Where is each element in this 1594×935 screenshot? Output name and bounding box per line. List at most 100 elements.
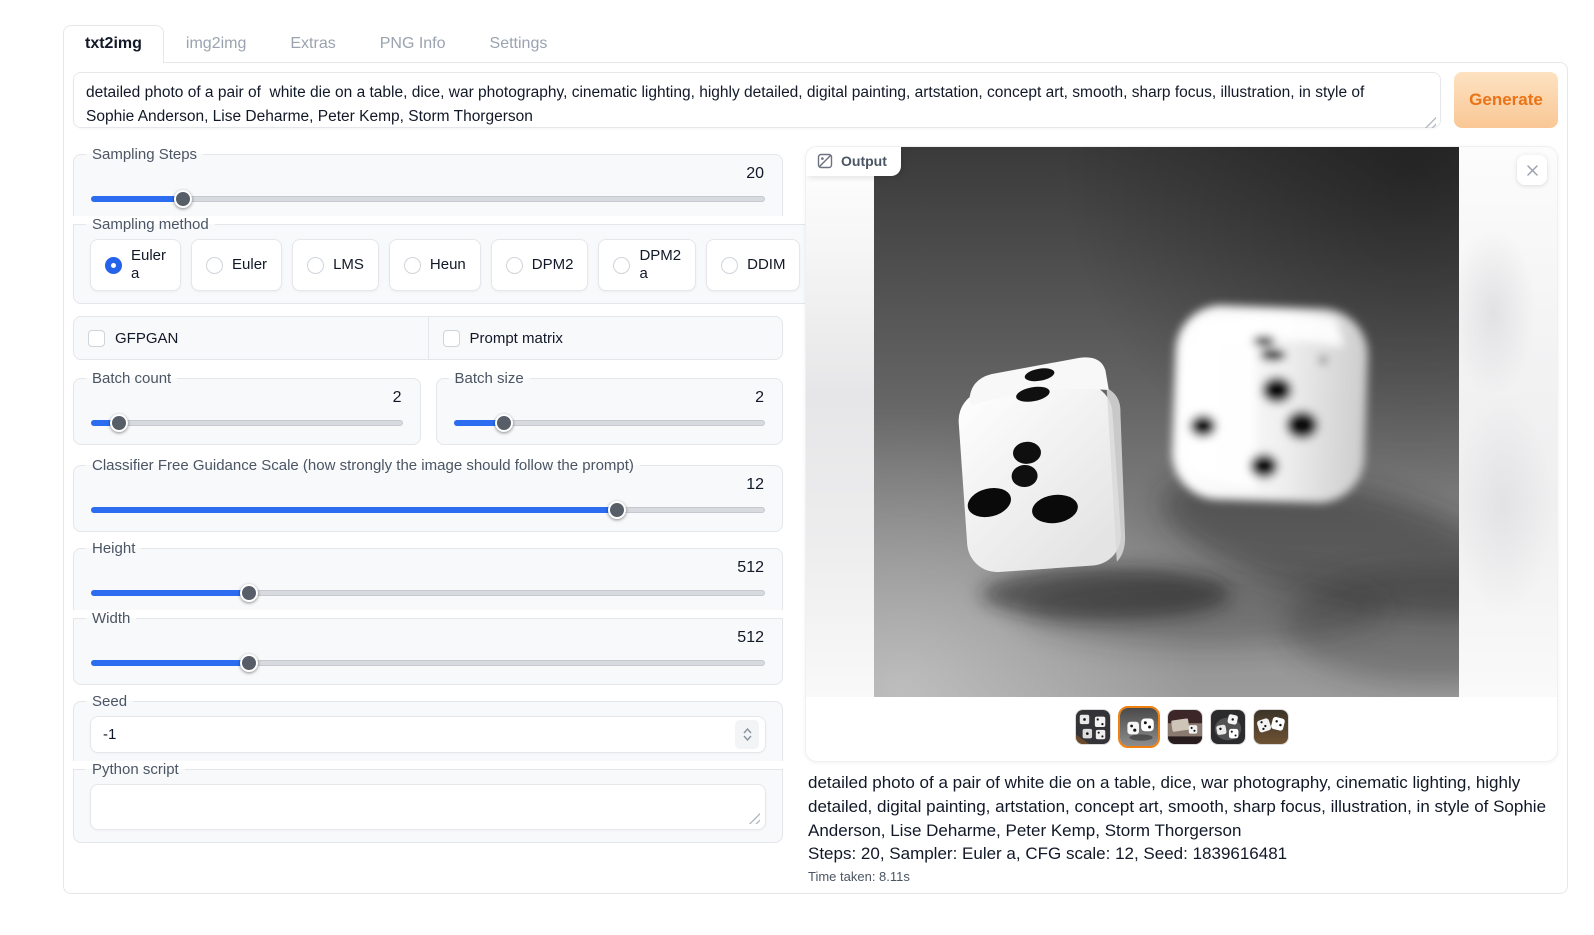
prompt-matrix-checkbox[interactable] (443, 330, 460, 347)
close-button[interactable] (1517, 155, 1547, 185)
seed-input[interactable]: -1 (90, 716, 766, 753)
height-slider[interactable] (91, 584, 765, 602)
gfpgan-toggle[interactable]: GFPGAN (74, 317, 428, 359)
radio-label: Euler (232, 256, 267, 274)
toggles-panel: GFPGAN Prompt matrix (73, 316, 783, 360)
cfg-scale-slider[interactable] (91, 501, 765, 519)
radio-icon[interactable] (105, 257, 122, 274)
tab-png-info[interactable]: PNG Info (358, 25, 468, 62)
tab-settings[interactable]: Settings (468, 25, 570, 62)
thumbnail-4[interactable] (1210, 709, 1246, 745)
width-label: Width (86, 610, 136, 627)
image-icon (817, 153, 833, 169)
caption-params: Steps: 20, Sampler: Euler a, CFG scale: … (808, 842, 1555, 866)
height-group: Height 512 (73, 540, 783, 610)
batch-count-label: Batch count (86, 370, 177, 387)
output-panel: Output (805, 146, 1558, 762)
app: txt2img img2img Extras PNG Info Settings… (0, 0, 1594, 894)
thumbnail-1[interactable] (1075, 709, 1111, 745)
radio-label: Euler a (131, 247, 166, 283)
tab-txt2img[interactable]: txt2img (63, 25, 164, 63)
radio-icon[interactable] (404, 257, 421, 274)
cfg-scale-label: Classifier Free Guidance Scale (how stro… (86, 457, 640, 474)
output-chip: Output (806, 147, 901, 176)
cfg-scale-group: Classifier Free Guidance Scale (how stro… (73, 457, 783, 532)
height-label: Height (86, 540, 141, 557)
generate-button[interactable]: Generate (1454, 72, 1558, 128)
batch-size-label: Batch size (449, 370, 530, 387)
slider-fill (91, 196, 183, 202)
batch-count-slider[interactable] (91, 414, 403, 432)
spinner-up-icon (743, 728, 752, 734)
radio-ddim[interactable]: DDIM (706, 239, 800, 291)
slider-track[interactable] (91, 420, 403, 426)
radio-lms[interactable]: LMS (292, 239, 379, 291)
close-icon (1526, 164, 1539, 177)
generated-image[interactable] (874, 147, 1459, 697)
caption-time-taken: Time taken: 8.11s (808, 869, 1555, 884)
radio-euler-a[interactable]: Euler a (90, 239, 181, 291)
seed-label: Seed (86, 693, 133, 710)
seed-group: Seed -1 (73, 693, 783, 761)
sampling-steps-value: 20 (90, 165, 764, 183)
sampling-steps-label: Sampling Steps (86, 146, 203, 163)
radio-label: DPM2 a (639, 247, 681, 283)
letterbox-left (806, 147, 874, 697)
seed-value[interactable]: -1 (103, 726, 735, 743)
prompt-input[interactable]: detailed photo of a pair of white die on… (73, 72, 1441, 128)
thumbnail-5[interactable] (1253, 709, 1289, 745)
slider-fill (91, 507, 617, 513)
sampling-method-group: Sampling method Euler a Euler LMS Heun D… (73, 216, 924, 304)
slider-thumb[interactable] (608, 501, 626, 519)
radio-icon[interactable] (506, 257, 523, 274)
sampling-steps-slider[interactable] (91, 190, 765, 208)
height-value: 512 (90, 559, 764, 577)
batch-count-group: Batch count 2 (73, 370, 421, 445)
width-value: 512 (90, 629, 764, 647)
python-script-group: Python script (73, 761, 783, 843)
slider-fill (91, 660, 249, 666)
tab-content: detailed photo of a pair of white die on… (63, 62, 1568, 894)
radio-dpm2-a[interactable]: DPM2 a (598, 239, 696, 291)
prompt-matrix-toggle[interactable]: Prompt matrix (428, 317, 783, 359)
slider-thumb[interactable] (174, 190, 192, 208)
radio-label: LMS (333, 256, 364, 274)
radio-label: Heun (430, 256, 466, 274)
gfpgan-checkbox[interactable] (88, 330, 105, 347)
sampling-method-label: Sampling method (86, 216, 215, 233)
slider-thumb[interactable] (240, 584, 258, 602)
radio-dpm2[interactable]: DPM2 (491, 239, 589, 291)
tab-img2img[interactable]: img2img (164, 25, 268, 62)
python-script-label: Python script (86, 761, 185, 778)
radio-label: DPM2 (532, 256, 574, 274)
radio-icon[interactable] (206, 257, 223, 274)
batch-size-value: 2 (453, 389, 765, 407)
batch-row: Batch count 2 Batch size 2 (73, 370, 783, 445)
radio-euler[interactable]: Euler (191, 239, 282, 291)
batch-size-group: Batch size 2 (436, 370, 784, 445)
seed-stepper[interactable] (735, 720, 759, 749)
spinner-down-icon (743, 735, 752, 741)
settings-column: Sampling Steps 20 Sampling method Euler … (73, 146, 783, 843)
gallery-thumbnails (806, 697, 1557, 761)
thumbnail-3[interactable] (1167, 709, 1203, 745)
batch-count-value: 2 (90, 389, 402, 407)
python-script-input[interactable] (91, 785, 765, 829)
slider-thumb[interactable] (240, 654, 258, 672)
thumbnail-2-selected[interactable] (1118, 706, 1160, 748)
slider-thumb[interactable] (110, 414, 128, 432)
batch-size-slider[interactable] (454, 414, 766, 432)
radio-icon[interactable] (613, 257, 630, 274)
tab-extras[interactable]: Extras (268, 25, 357, 62)
letterbox-right (1459, 147, 1557, 697)
width-slider[interactable] (91, 654, 765, 672)
output-label: Output (841, 153, 887, 169)
radio-heun[interactable]: Heun (389, 239, 481, 291)
tab-bar: txt2img img2img Extras PNG Info Settings (63, 25, 1568, 62)
sampling-method-options: Euler a Euler LMS Heun DPM2 DPM2 a DDIM … (90, 239, 907, 291)
radio-icon[interactable] (721, 257, 738, 274)
radio-icon[interactable] (307, 257, 324, 274)
slider-thumb[interactable] (495, 414, 513, 432)
output-column: Output (805, 146, 1558, 884)
sampling-steps-group: Sampling Steps 20 (73, 146, 783, 216)
